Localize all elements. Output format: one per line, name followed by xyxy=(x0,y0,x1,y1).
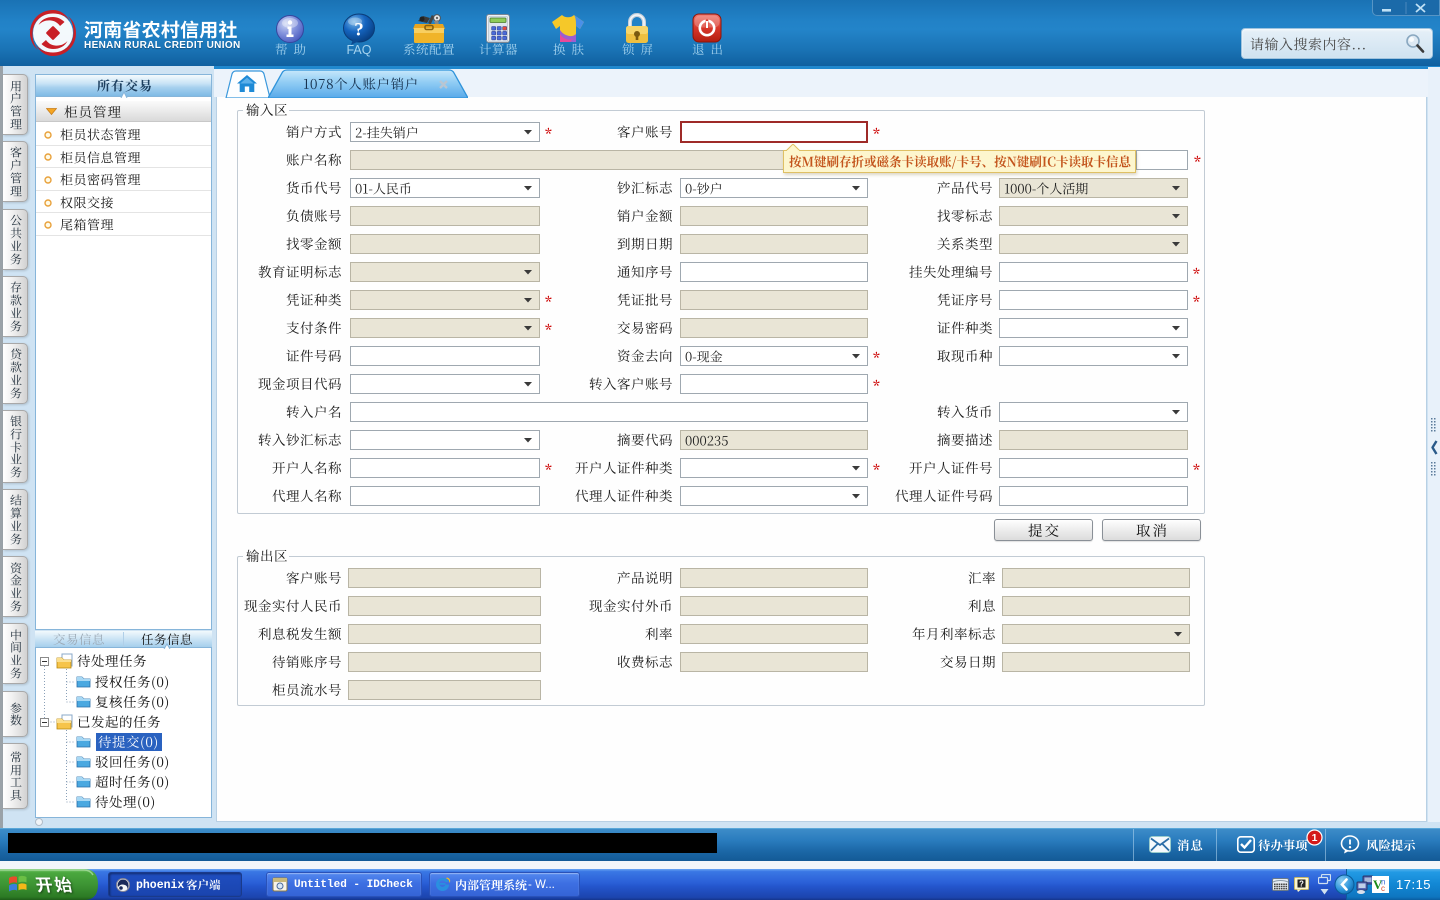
svg-text:?: ? xyxy=(354,20,364,41)
svg-text:1: 1 xyxy=(1312,832,1318,844)
svg-text:?: ? xyxy=(1299,880,1304,889)
svg-text:c: c xyxy=(1381,884,1385,893)
